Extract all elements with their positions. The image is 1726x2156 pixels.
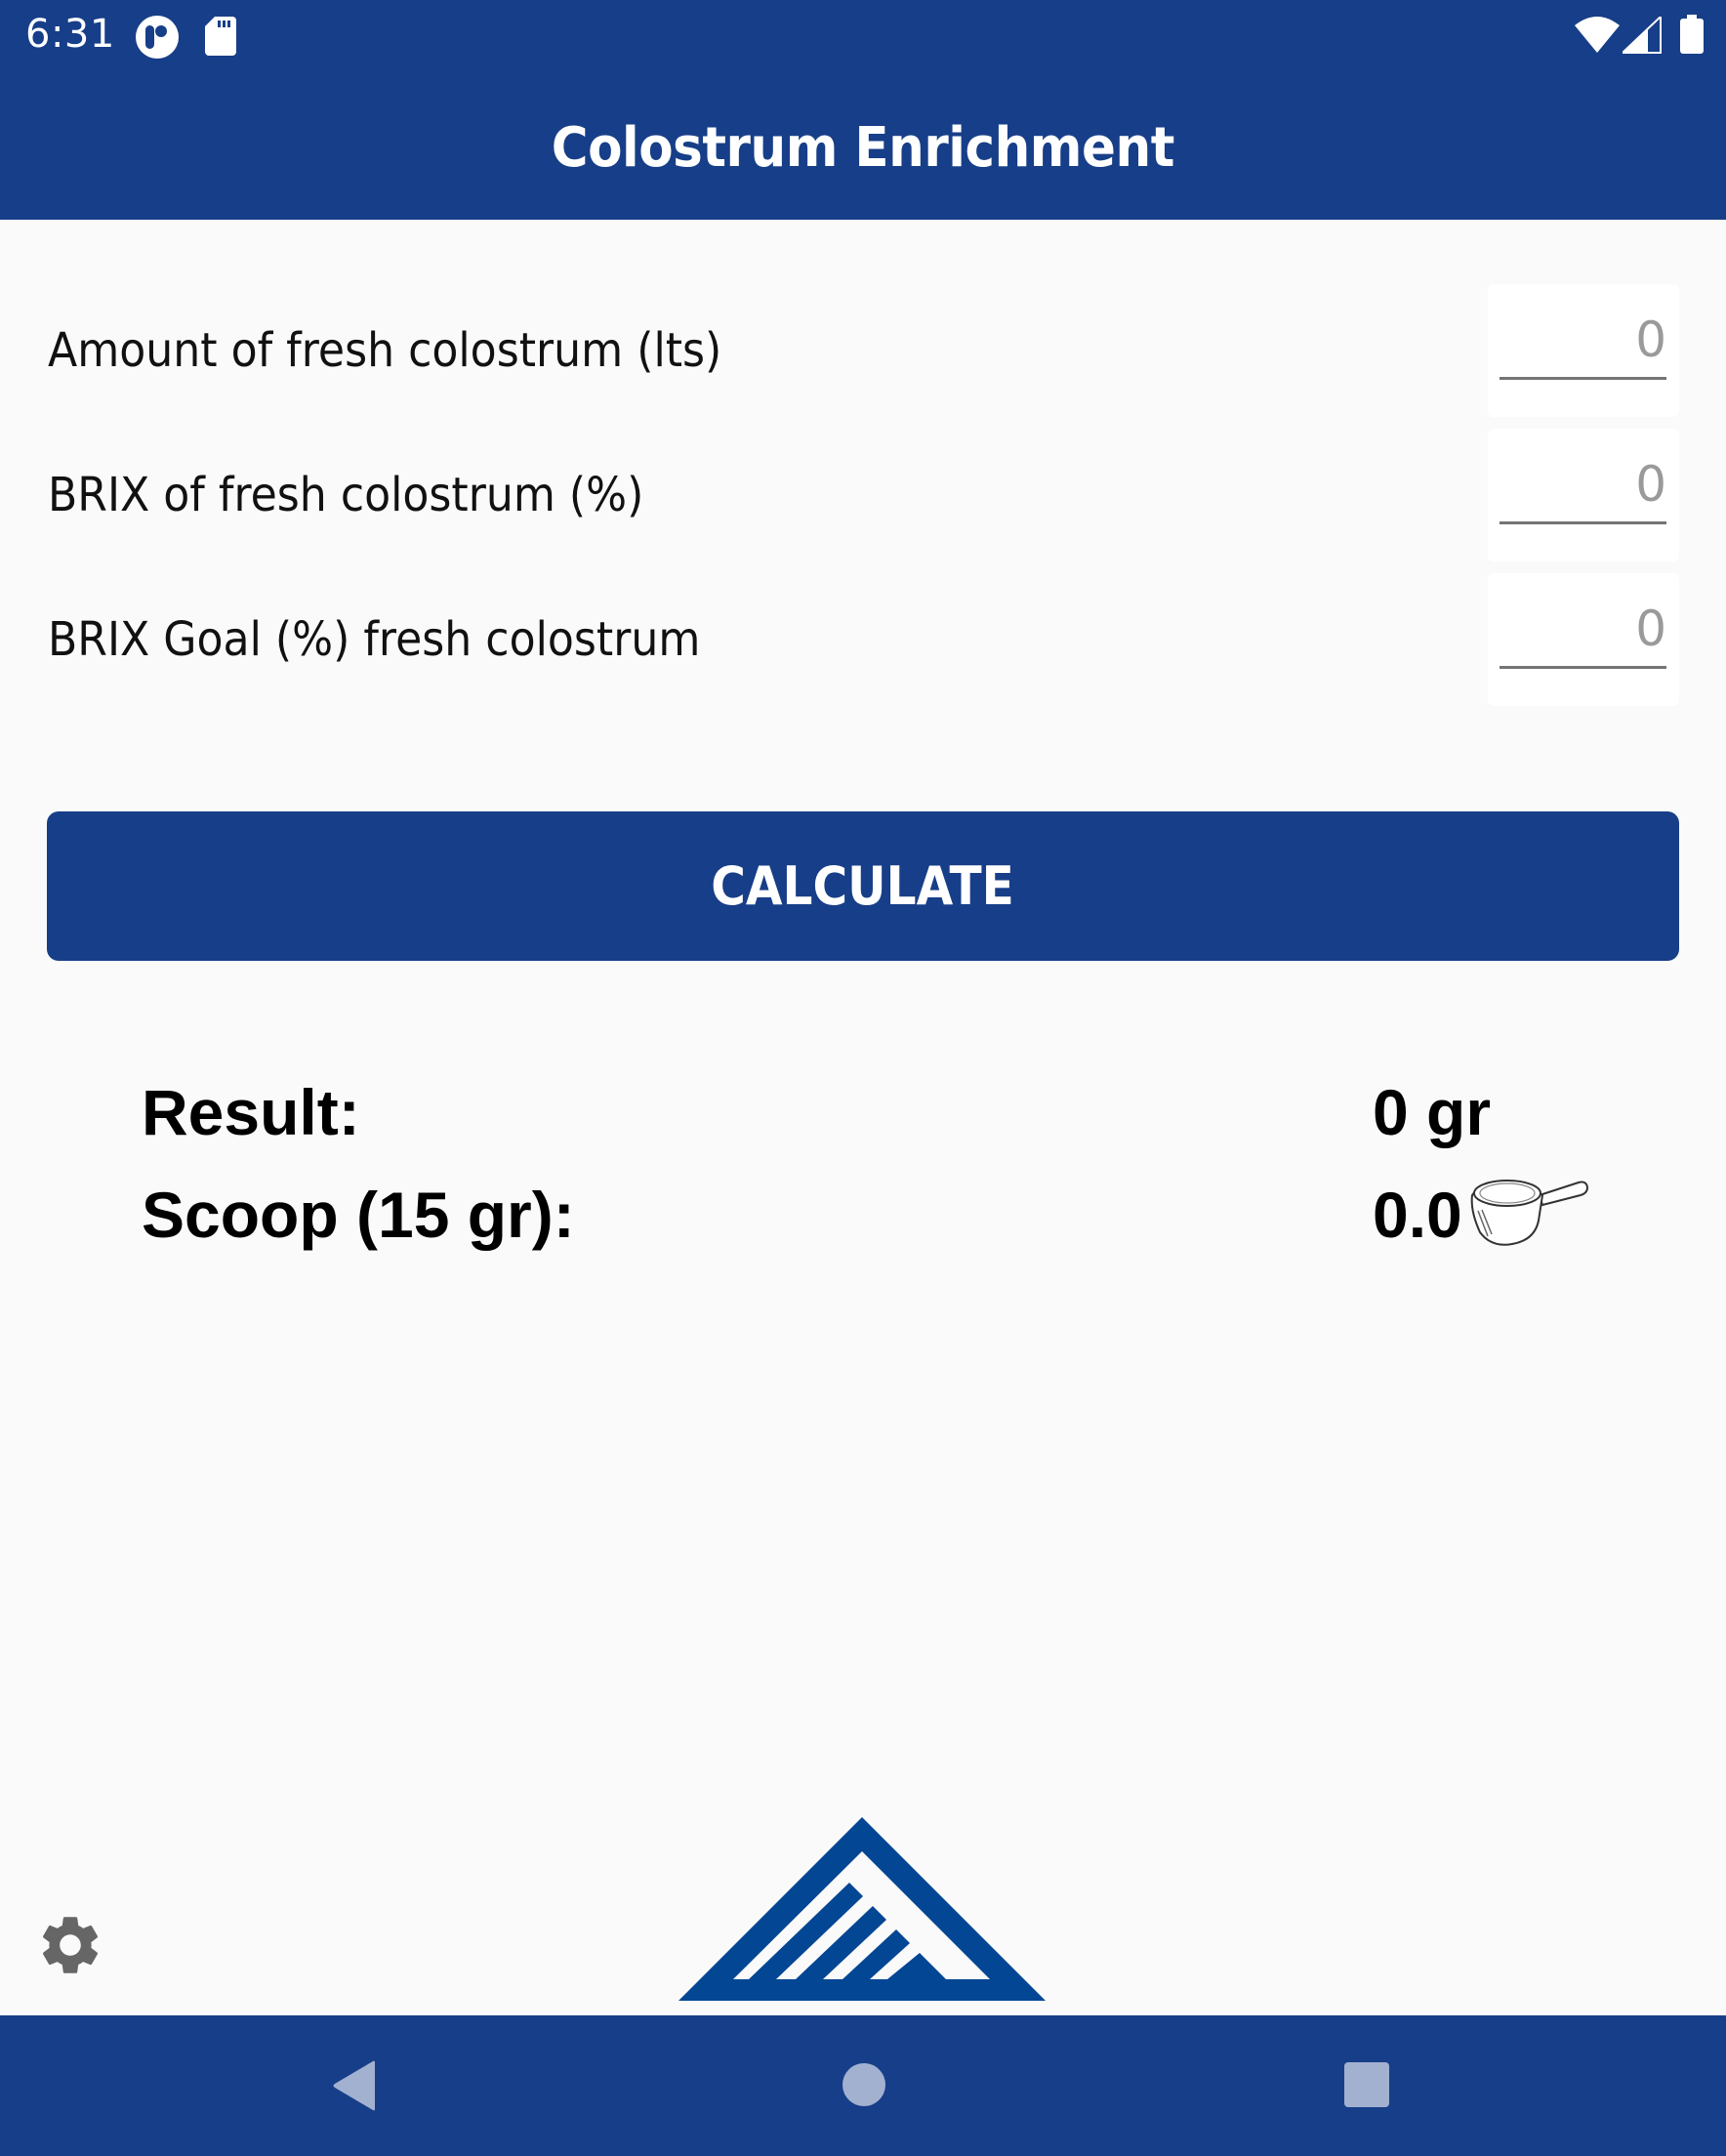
mountain-logo	[678, 1817, 1046, 2001]
field-container	[1488, 429, 1679, 561]
field-label: Amount of fresh colostrum (lts)	[48, 323, 722, 378]
cell-signal-icon	[1623, 17, 1662, 54]
status-time: 6:31	[25, 12, 115, 57]
field-row-amount: Amount of fresh colostrum (lts)	[0, 284, 1726, 417]
brix-fresh-input[interactable]	[1500, 446, 1666, 524]
scoop-value: 0.0	[1373, 1179, 1462, 1251]
app-bar: Colostrum Enrichment	[0, 76, 1726, 220]
battery-icon	[1680, 15, 1704, 54]
back-icon[interactable]	[332, 2060, 377, 2111]
field-row-brix: BRIX of fresh colostrum (%)	[0, 429, 1726, 561]
status-bar: 6:31	[0, 0, 1726, 76]
app-notification-icon	[136, 16, 179, 59]
gear-icon[interactable]	[35, 1910, 105, 1980]
field-container	[1488, 284, 1679, 417]
wifi-icon	[1575, 17, 1620, 53]
recents-icon[interactable]	[1344, 2062, 1389, 2107]
sd-card-icon	[205, 17, 236, 56]
calculate-button[interactable]: CALCULATE	[47, 811, 1679, 961]
measuring-scoop-icon	[1470, 1180, 1589, 1246]
field-container	[1488, 573, 1679, 706]
colostrum-amount-input[interactable]	[1500, 302, 1666, 380]
scoop-label: Scoop (15 gr):	[142, 1179, 575, 1251]
calculate-button-label: CALCULATE	[711, 855, 1015, 917]
result-value: 0 gr	[1373, 1076, 1492, 1148]
result-label: Result:	[142, 1076, 360, 1148]
field-label: BRIX Goal (%) fresh colostrum	[48, 612, 701, 667]
brix-goal-input[interactable]	[1500, 591, 1666, 669]
field-label: BRIX of fresh colostrum (%)	[48, 468, 644, 522]
home-icon[interactable]	[842, 2062, 886, 2107]
page-title: Colostrum Enrichment	[551, 116, 1175, 180]
navigation-bar	[0, 2015, 1726, 2156]
field-row-brix-goal: BRIX Goal (%) fresh colostrum	[0, 573, 1726, 706]
